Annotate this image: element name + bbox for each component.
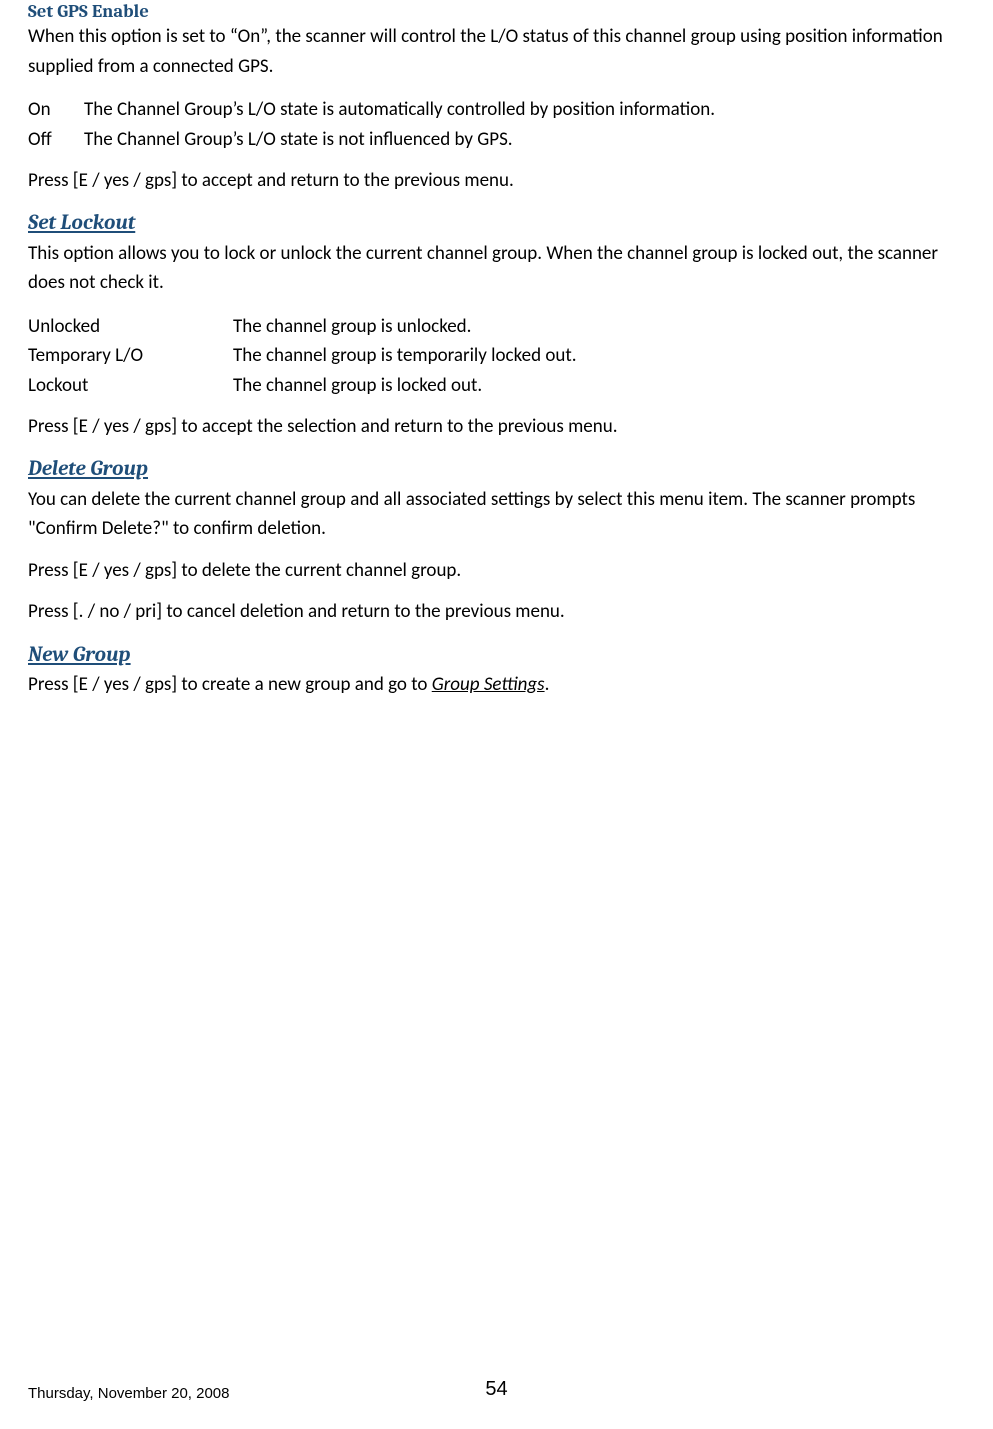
text-fragment: Press [E / yes / gps] to create a new gr…	[28, 673, 432, 696]
option-value: The channel group is locked out.	[233, 371, 577, 400]
paragraph: When this option is set to “On”, the sca…	[28, 22, 965, 81]
option-key: Off	[28, 125, 84, 154]
option-key: Temporary L/O	[28, 341, 233, 370]
table-row: Off The Channel Group’s L/O state is not…	[28, 125, 715, 154]
paragraph: This option allows you to lock or unlock…	[28, 239, 965, 298]
table-row: Unlocked The channel group is unlocked.	[28, 312, 577, 341]
page-footer: Thursday, November 20, 2008 54	[28, 1382, 965, 1405]
paragraph: Press [E / yes / gps] to delete the curr…	[28, 556, 965, 585]
options-table: On The Channel Group’s L/O state is auto…	[28, 95, 715, 154]
options-table: Unlocked The channel group is unlocked. …	[28, 312, 577, 400]
paragraph: You can delete the current channel group…	[28, 485, 965, 544]
table-row: On The Channel Group’s L/O state is auto…	[28, 95, 715, 124]
heading-delete-group: Delete Group	[28, 455, 965, 484]
text-fragment: .	[545, 673, 550, 696]
option-key: Unlocked	[28, 312, 233, 341]
paragraph: Press [. / no / pri] to cancel deletion …	[28, 597, 965, 626]
option-key: Lockout	[28, 371, 233, 400]
option-key: On	[28, 95, 84, 124]
table-row: Temporary L/O The channel group is tempo…	[28, 341, 577, 370]
link-group-settings[interactable]: Group Settings	[432, 673, 545, 696]
table-row: Lockout The channel group is locked out.	[28, 371, 577, 400]
heading-set-lockout: Set Lockout	[28, 209, 965, 238]
heading-set-gps-enable: Set GPS Enable	[28, 0, 965, 22]
option-value: The channel group is temporarily locked …	[233, 341, 577, 370]
footer-page-number: 54	[485, 1374, 507, 1405]
heading-new-group: New Group	[28, 641, 965, 670]
option-value: The Channel Group’s L/O state is automat…	[84, 95, 715, 124]
option-value: The Channel Group’s L/O state is not inf…	[84, 125, 715, 154]
option-value: The channel group is unlocked.	[233, 312, 577, 341]
paragraph: Press [E / yes / gps] to create a new gr…	[28, 670, 965, 699]
paragraph: Press [E / yes / gps] to accept the sele…	[28, 412, 965, 441]
footer-date: Thursday, November 20, 2008	[28, 1382, 230, 1405]
paragraph: Press [E / yes / gps] to accept and retu…	[28, 166, 965, 195]
